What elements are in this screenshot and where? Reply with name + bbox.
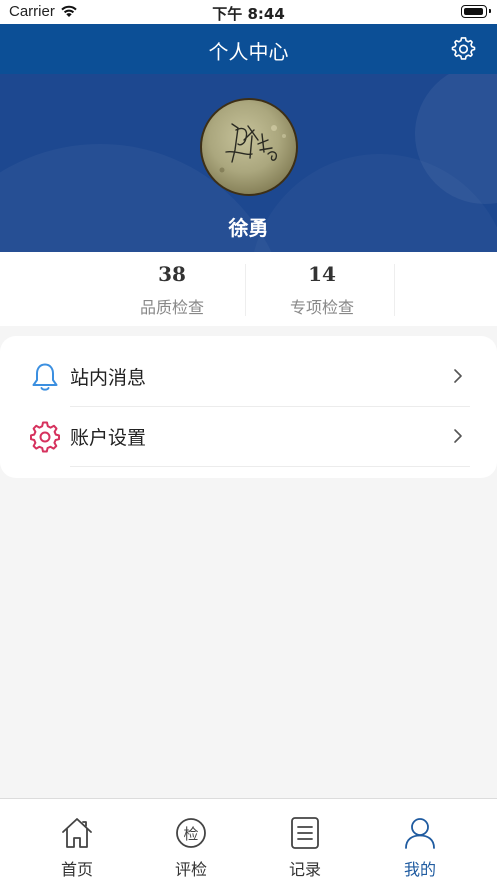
gear-icon <box>30 421 60 453</box>
page-title: 个人中心 <box>208 40 289 64</box>
stat-divider <box>394 264 395 316</box>
status-bar: Carrier 下午 8:44 <box>0 0 497 24</box>
stat-special-check[interactable]: 14 专项检查 <box>247 252 397 326</box>
chevron-right-icon <box>454 429 462 443</box>
clock: 下午 8:44 <box>212 5 285 23</box>
settings-gear-icon[interactable] <box>451 36 476 61</box>
tab-label: 我的 <box>403 860 436 879</box>
menu-label: 账户设置 <box>70 427 147 449</box>
signature-drawing <box>219 123 286 173</box>
inspect-glyph: 检 <box>183 825 198 843</box>
tab-inspect[interactable]: 检 评检 <box>136 799 246 883</box>
battery-icon <box>461 5 491 18</box>
bell-icon <box>32 363 58 391</box>
stat-divider <box>245 264 246 316</box>
avatar[interactable] <box>200 98 298 196</box>
stats-panel: 38 品质检查 14 专项检查 <box>0 252 497 326</box>
menu-item-messages[interactable]: 站内消息 <box>0 346 497 407</box>
bottom-tab-bar: 首页 检 评检 记录 我的 <box>0 798 497 883</box>
tab-records[interactable]: 记录 <box>250 799 360 883</box>
user-name: 徐勇 <box>228 216 269 240</box>
chevron-right-icon <box>454 369 462 383</box>
profile-banner: 徐勇 <box>0 74 497 252</box>
stat-label: 品质检查 <box>139 298 204 317</box>
stat-value: 14 <box>308 262 336 286</box>
tab-mine[interactable]: 我的 <box>365 799 475 883</box>
stat-quality-check[interactable]: 38 品质检查 <box>97 252 247 326</box>
stat-label: 专项检查 <box>289 298 354 317</box>
tab-label: 记录 <box>288 860 321 879</box>
menu-divider <box>70 466 470 467</box>
tab-label: 评检 <box>174 860 207 879</box>
stat-value: 38 <box>158 262 186 286</box>
home-icon <box>62 818 92 848</box>
tab-home[interactable]: 首页 <box>22 799 132 883</box>
menu-label: 站内消息 <box>70 367 147 389</box>
inspect-badge-icon: 检 <box>176 818 206 848</box>
menu-item-account-settings[interactable]: 账户设置 <box>0 406 497 467</box>
user-icon <box>405 818 435 849</box>
records-icon <box>291 817 319 849</box>
menu-card: 站内消息 账户设置 <box>0 336 497 478</box>
tab-label: 首页 <box>60 860 93 879</box>
top-navbar: 个人中心 <box>0 24 497 74</box>
